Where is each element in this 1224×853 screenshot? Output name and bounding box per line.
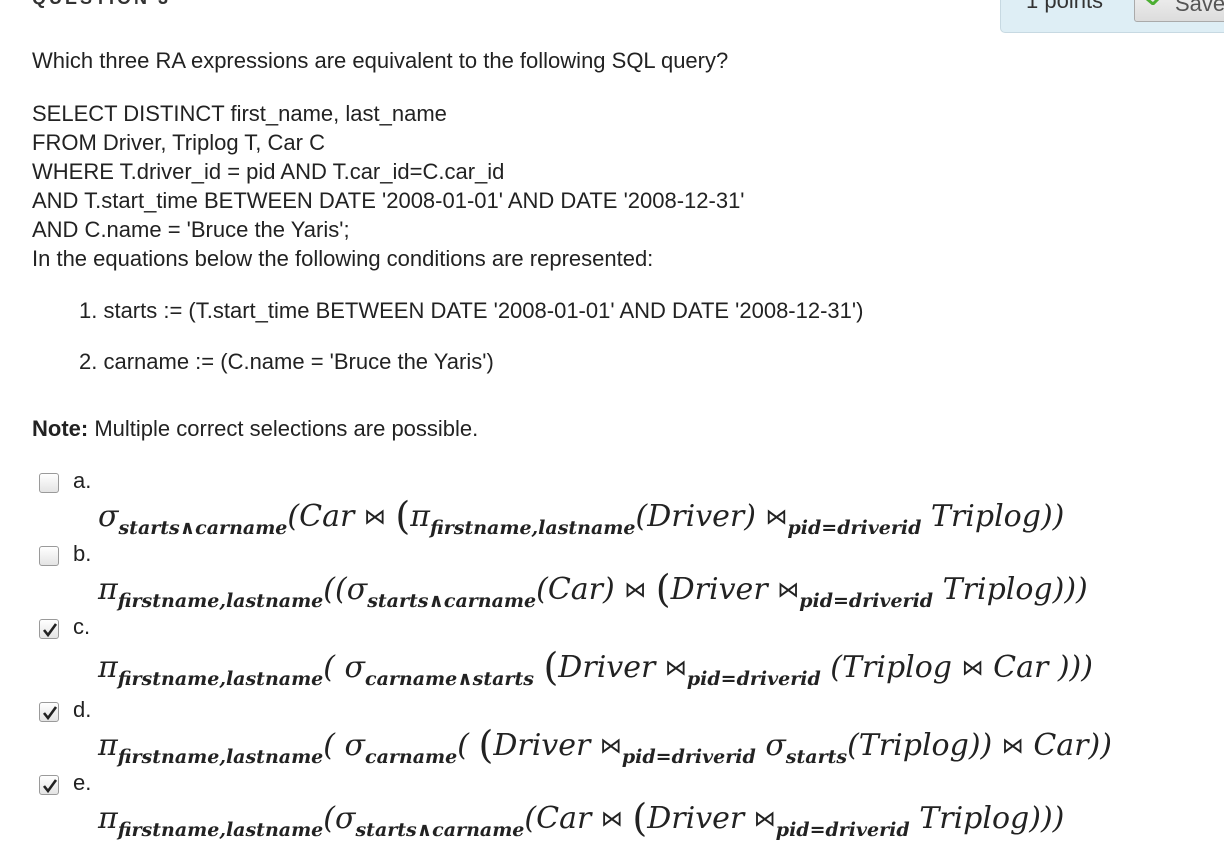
option-d-expression: πfirstname,lastname( σcarname( (Driver ⋈… <box>98 723 1112 768</box>
option-b-expression: πfirstname,lastname((σstarts∧carname(Car… <box>98 567 1088 612</box>
sql-line-5: AND C.name = 'Bruce the Yaris'; <box>32 217 350 242</box>
option-d-letter: d. <box>73 697 92 722</box>
option-d-checkbox[interactable] <box>39 702 59 722</box>
option-a-expression: σstarts∧carname(Car ⋈ (πfirstname,lastna… <box>98 494 1065 539</box>
option-c-letter: c. <box>73 614 91 639</box>
sql-line-2: FROM Driver, Triplog T, Car C <box>32 130 325 155</box>
checkmark-icon <box>42 706 58 721</box>
option-e-letter: e. <box>73 770 92 795</box>
points-label: 1 points <box>1026 0 1104 13</box>
question-prompt: Which three RA expressions are equivalen… <box>32 48 729 73</box>
save-label: Save <box>1175 0 1224 16</box>
option-c-expression: πfirstname,lastname( σcarname∧starts (Dr… <box>98 645 1093 690</box>
checkmark-icon <box>1146 0 1160 5</box>
note-text: Multiple correct selections are possible… <box>88 416 479 441</box>
sql-line-1: SELECT DISTINCT first_name, last_name <box>32 101 447 126</box>
sql-line-3: WHERE T.driver_id = pid AND T.car_id=C.c… <box>32 159 505 184</box>
option-e-checkbox[interactable] <box>39 775 59 795</box>
question-number: QUESTION 3 <box>32 0 171 9</box>
note: Note: Multiple correct selections are po… <box>32 414 478 443</box>
condition-carname: 2. carname := (C.name = 'Bruce the Yaris… <box>79 349 494 374</box>
checkmark-icon <box>42 779 58 794</box>
save-answer-button[interactable]: Save <box>1134 0 1224 22</box>
option-b-checkbox[interactable] <box>39 546 59 566</box>
conditions-intro: In the equations below the following con… <box>32 246 654 271</box>
option-e-expression: πfirstname,lastname(σstarts∧carname(Car … <box>98 796 1065 841</box>
option-b-letter: b. <box>73 541 92 566</box>
option-a-checkbox[interactable] <box>39 473 59 493</box>
option-a-letter: a. <box>73 468 92 493</box>
condition-starts: 1. starts := (T.start_time BETWEEN DATE … <box>79 298 864 323</box>
sql-line-4: AND T.start_time BETWEEN DATE '2008-01-0… <box>32 188 745 213</box>
note-label: Note: <box>32 416 89 441</box>
checkmark-icon <box>42 623 58 638</box>
option-c-checkbox[interactable] <box>39 619 59 639</box>
